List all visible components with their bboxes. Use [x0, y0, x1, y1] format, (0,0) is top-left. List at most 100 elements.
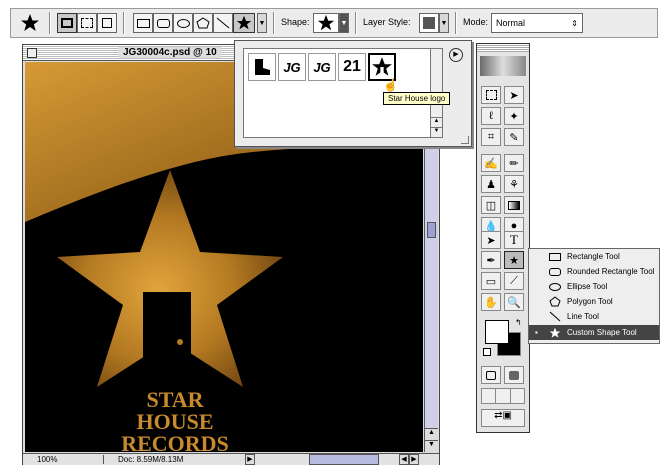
color-swatches[interactable]: ↰ [483, 318, 523, 358]
standard-mode-icon[interactable] [481, 366, 501, 384]
magic-wand-icon[interactable]: ✦ [504, 107, 524, 125]
full-screen-menu-icon[interactable] [496, 389, 511, 403]
shape-21[interactable]: 21 [338, 53, 366, 81]
rounded-rectangle-icon[interactable] [153, 13, 173, 33]
notes-tool-icon[interactable]: ▭ [481, 272, 501, 290]
flyout-item-label: Rectangle Tool [567, 252, 620, 261]
brush-tool-icon[interactable]: ✏ [504, 154, 524, 172]
flyout-item-label: Custom Shape Tool [567, 328, 637, 337]
adobe-logo-icon[interactable] [480, 56, 526, 76]
scroll-left-arrow-icon[interactable]: ◀ [399, 454, 409, 465]
type-tool-icon[interactable]: T [504, 231, 524, 249]
scroll-right-arrow-icon[interactable]: ▶ [409, 454, 419, 465]
shape-tool-flyout: Rectangle Tool Rounded Rectangle Tool El… [528, 248, 660, 344]
clone-stamp-icon[interactable]: ♟ [481, 175, 501, 193]
healing-brush-icon[interactable]: ✍ [481, 154, 501, 172]
flyout-item-label: Ellipse Tool [567, 282, 608, 291]
hand-cursor-icon: ☝ [383, 78, 398, 92]
swap-colors-icon[interactable]: ↰ [515, 318, 522, 327]
flyout-polygon-tool[interactable]: Polygon Tool [529, 294, 659, 309]
flyout-item-label: Line Tool [567, 312, 599, 321]
flyout-rounded-rectangle-tool[interactable]: Rounded Rectangle Tool [529, 264, 659, 279]
standard-screen-icon[interactable] [482, 389, 497, 403]
options-bar: ▼ Shape: ▼ Layer Style: ▼ Mode: Normal ⇕ [10, 8, 658, 38]
paths-icon[interactable] [77, 13, 97, 33]
scroll-down-arrow-icon[interactable]: ▼ [425, 440, 438, 452]
close-box-icon[interactable] [27, 48, 37, 58]
flyout-rectangle-tool[interactable]: Rectangle Tool [529, 249, 659, 264]
door-knob [177, 339, 183, 345]
lasso-tool-icon[interactable]: ℓ [481, 107, 501, 125]
custom-shape-tool-icon[interactable]: ★ [504, 251, 524, 269]
line-icon[interactable] [213, 13, 233, 33]
jump-to-imageready-icon[interactable]: ⇄▣ [481, 409, 525, 427]
shape-star-house-logo[interactable] [368, 53, 396, 81]
flyout-line-tool[interactable]: Line Tool [529, 309, 659, 324]
status-bar: 100% Doc: 8.59M/8.13M ▶ ◀ ▶ [23, 453, 439, 465]
shape-scroll-up-icon[interactable]: ▲ [431, 117, 442, 127]
status-menu-arrow-icon[interactable]: ▶ [245, 454, 255, 465]
history-brush-icon[interactable]: ⚘ [504, 175, 524, 193]
doc-size: Doc: 8.59M/8.13M [103, 455, 243, 464]
shape-jg-2[interactable]: JG [308, 53, 336, 81]
shape-label: Shape: [281, 17, 310, 27]
eraser-tool-icon[interactable]: ◫ [481, 196, 501, 214]
gradient-tool-icon[interactable] [504, 196, 524, 214]
mode-label: Mode: [463, 17, 489, 27]
layer-style-label: Layer Style: [363, 17, 411, 27]
resize-grip-icon[interactable] [461, 136, 469, 144]
fill-pixels-icon[interactable] [97, 13, 117, 33]
quick-mask-icon[interactable] [504, 366, 524, 384]
zoom-level[interactable]: 100% [37, 455, 57, 464]
shape-scroll-down-icon[interactable]: ▼ [431, 127, 442, 137]
full-screen-icon[interactable] [511, 389, 524, 403]
foreground-color-swatch[interactable] [485, 320, 509, 344]
path-selection-icon[interactable]: ➤ [481, 231, 501, 249]
rounded-rectangle-icon [547, 267, 563, 276]
flyout-custom-shape-tool[interactable]: ▪ Custom Shape Tool [529, 325, 659, 340]
ellipse-icon[interactable] [173, 13, 193, 33]
scroll-thumb[interactable] [427, 222, 436, 238]
layer-style-swatch[interactable] [419, 13, 439, 33]
pen-tool-icon[interactable]: ✒ [481, 251, 501, 269]
polygon-icon [547, 296, 563, 307]
scroll-up-arrow-icon[interactable]: ▲ [425, 428, 438, 440]
layer-style-arrow-icon[interactable]: ▼ [439, 13, 449, 33]
shape-tooltip: Star House logo [383, 92, 451, 105]
default-colors-icon[interactable] [483, 348, 491, 356]
zoom-tool-icon[interactable]: 🔍 [504, 293, 524, 311]
selected-bullet-icon: ▪ [535, 328, 538, 337]
chevron-down-icon[interactable]: ▼ [257, 13, 267, 33]
custom-shape-icon[interactable] [233, 13, 255, 33]
toolbox-titlebar[interactable] [477, 44, 529, 52]
flyout-item-label: Polygon Tool [567, 297, 613, 306]
shape-picker-button[interactable] [313, 13, 339, 33]
mode-value: Normal [496, 18, 526, 28]
horizontal-scroll-thumb[interactable] [309, 454, 379, 465]
move-tool-icon[interactable]: ➤ [504, 86, 524, 104]
line-icon [547, 311, 563, 322]
door-shape [143, 292, 191, 402]
polygon-icon[interactable] [193, 13, 213, 33]
marquee-tool-icon[interactable] [481, 86, 501, 104]
toolbox: ➤ ℓ ✦ ⌗ ✎ ✍ ✏ ♟ ⚘ ◫ 💧 ● ➤ T ✒ ★ ▭ ⟋ ✋ 🔍 … [476, 43, 530, 433]
flyout-ellipse-tool[interactable]: Ellipse Tool [529, 279, 659, 294]
shape-jg-1[interactable]: JG [278, 53, 306, 81]
rectangle-shape-icon[interactable] [133, 13, 153, 33]
eyedropper-icon[interactable]: ⟋ [504, 272, 524, 290]
shape-layers-icon[interactable] [57, 13, 77, 33]
slice-tool-icon[interactable]: ✎ [504, 128, 524, 146]
picker-menu-arrow-icon[interactable]: ▶ [449, 48, 463, 62]
tool-preset-star-icon[interactable] [17, 13, 43, 33]
updown-arrows-icon: ⇕ [571, 18, 578, 28]
rectangle-icon [547, 252, 563, 261]
document-title: JG30004c.psd @ 10 [119, 47, 221, 58]
shape-boot[interactable] [248, 53, 276, 81]
custom-shape-star-icon [547, 327, 563, 339]
shape-picker-arrow-icon[interactable]: ▼ [339, 13, 349, 33]
screen-mode-buttons[interactable] [481, 388, 525, 404]
artwork-text-line-3: RECORDS [121, 431, 229, 452]
mode-select[interactable]: Normal ⇕ [491, 13, 583, 33]
hand-tool-icon[interactable]: ✋ [481, 293, 501, 311]
crop-tool-icon[interactable]: ⌗ [481, 128, 501, 146]
